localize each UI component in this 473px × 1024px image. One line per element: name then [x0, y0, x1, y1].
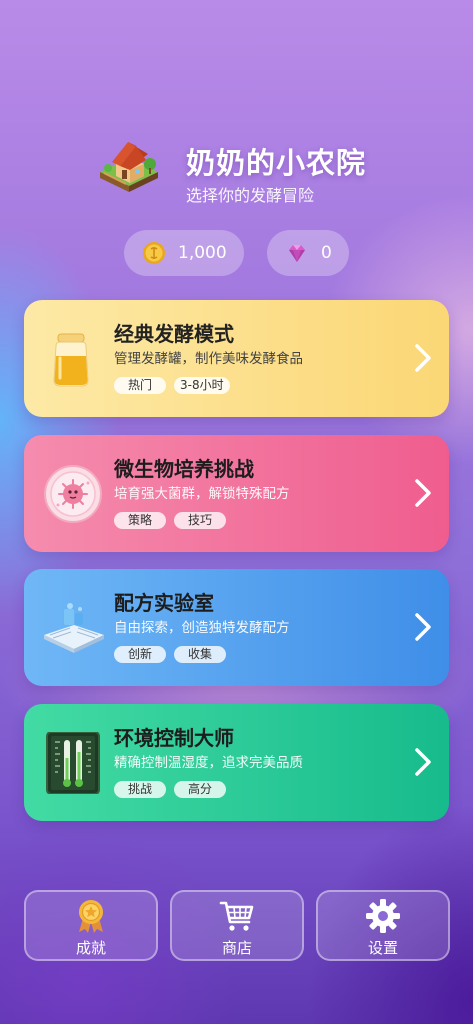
tag: 3-8小时	[174, 377, 230, 394]
thermometer-icon	[46, 732, 100, 794]
settings-label: 设置	[367, 939, 398, 957]
mode-card-environment-master[interactable]: 环境控制大师 精确控制温湿度，追求完美品质 挑战 高分	[24, 704, 449, 821]
coin-count: 1,000	[178, 243, 227, 263]
card-description: 精确控制温湿度，追求完美品质	[114, 755, 303, 771]
coin-balance[interactable]: 1,000	[124, 230, 244, 276]
card-description: 培育强大菌群，解锁特殊配方	[114, 486, 290, 502]
farmhouse-icon	[100, 142, 158, 192]
card-title: 经典发酵模式	[114, 322, 234, 346]
card-description: 自由探索，创造独特发酵配方	[114, 620, 290, 636]
tag: 高分	[174, 781, 227, 798]
tag: 挑战	[114, 781, 167, 798]
medal-icon	[79, 900, 103, 933]
card-tags: 策略 技巧	[114, 512, 227, 529]
card-tags: 挑战 高分	[114, 781, 227, 798]
recipe-book-icon	[44, 603, 104, 653]
app-header: 奶奶的小农院 选择你的发酵冒险	[96, 128, 436, 218]
card-title: 配方实验室	[114, 591, 214, 615]
mode-card-classic-fermentation[interactable]: 经典发酵模式 管理发酵罐，制作美味发酵食品 热门 3-8小时	[24, 300, 449, 417]
card-title: 微生物培养挑战	[114, 457, 254, 481]
mode-card-microbe-challenge[interactable]: 微生物培养挑战 培育强大菌群，解锁特殊配方 策略 技巧	[24, 435, 449, 552]
cart-icon	[219, 901, 254, 931]
petri-dish-icon	[44, 465, 102, 523]
honey-jar-icon	[53, 333, 89, 387]
tag: 策略	[114, 512, 167, 529]
tag: 收集	[174, 646, 227, 663]
gear-icon	[366, 899, 400, 933]
gold-coin-icon	[143, 242, 165, 264]
gem-balance[interactable]: 0	[267, 230, 349, 276]
chevron-right-icon	[415, 613, 431, 641]
chevron-right-icon	[415, 479, 431, 507]
tag: 热门	[114, 377, 167, 394]
chevron-right-icon	[415, 344, 431, 372]
page-title: 奶奶的小农院	[186, 146, 367, 180]
shop-label: 商店	[221, 939, 252, 957]
achievements-button[interactable]: 成就	[24, 890, 158, 961]
page-subtitle: 选择你的发酵冒险	[186, 186, 315, 205]
gem-icon	[289, 245, 305, 262]
achievements-label: 成就	[75, 939, 106, 957]
gem-count: 0	[321, 243, 332, 263]
card-tags: 热门 3-8小时	[114, 377, 230, 394]
tag: 创新	[114, 646, 167, 663]
shop-button[interactable]: 商店	[170, 890, 304, 961]
card-description: 管理发酵罐，制作美味发酵食品	[114, 351, 303, 367]
card-tags: 创新 收集	[114, 646, 227, 663]
chevron-right-icon	[415, 748, 431, 776]
settings-button[interactable]: 设置	[316, 890, 450, 961]
tag: 技巧	[174, 512, 227, 529]
mode-card-recipe-lab[interactable]: 配方实验室 自由探索，创造独特发酵配方 创新 收集	[24, 569, 449, 686]
card-title: 环境控制大师	[114, 726, 234, 750]
